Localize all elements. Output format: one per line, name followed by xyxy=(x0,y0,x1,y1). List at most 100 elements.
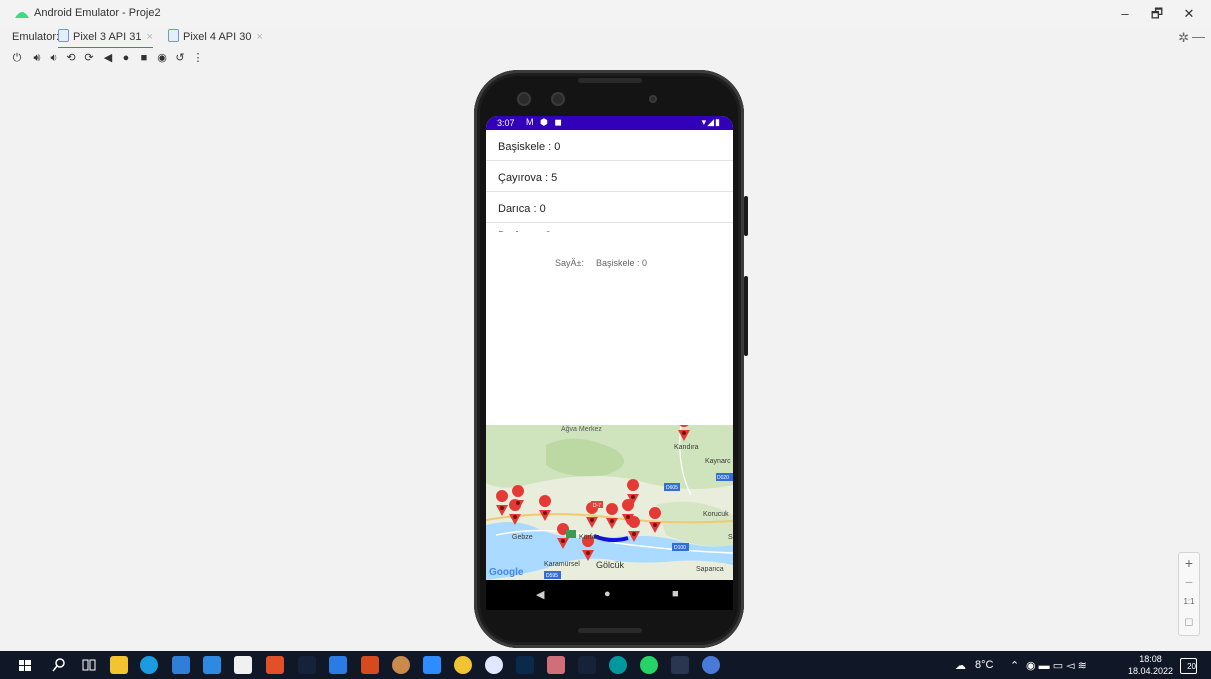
power-icon[interactable]: ⏻ xyxy=(10,50,24,66)
hide-panel-icon[interactable]: — xyxy=(1192,29,1205,44)
tab-label: Pixel 4 API 30 xyxy=(183,31,252,43)
settings-icon[interactable]: ✲ xyxy=(1178,30,1189,46)
notification-count: 20 xyxy=(1187,662,1196,671)
send-icon[interactable] xyxy=(671,656,689,674)
gimp-icon[interactable] xyxy=(392,656,410,674)
eclipse-icon[interactable] xyxy=(485,656,503,674)
phone-power-button[interactable] xyxy=(744,196,748,236)
notepad-icon[interactable] xyxy=(234,656,252,674)
device-icon xyxy=(168,29,179,42)
status-time: 3:07 xyxy=(497,118,515,128)
chrome-icon[interactable] xyxy=(454,656,472,674)
pen-icon[interactable] xyxy=(578,656,596,674)
windows-start-icon[interactable] xyxy=(16,656,34,674)
map-canvas[interactable]: Ağva Merkez Kandıra Kaynarc Korucuk Gebz… xyxy=(486,425,733,580)
tab-label: Pixel 3 API 31 xyxy=(73,31,142,43)
signal-battery-icon: ▾◢▮ xyxy=(701,117,721,127)
back-icon[interactable]: ◀ xyxy=(101,50,115,66)
close-button[interactable]: ✕ xyxy=(1174,4,1204,24)
tab-close-icon[interactable]: × xyxy=(257,31,263,43)
system-tray-icons[interactable]: ◉ ▬ ▭ ◅ ≋ xyxy=(1026,659,1087,672)
weather-icon: ☁ xyxy=(955,660,966,672)
clock-date: 18.04.2022 xyxy=(1128,666,1174,676)
android-status-bar: 3:07 M ⬢ ◼ ▾◢▮ xyxy=(486,116,733,130)
taskbar-clock[interactable]: 18:08 18.04.2022 xyxy=(1128,653,1173,677)
count-label: SayÄ±: xyxy=(555,258,584,268)
android-nav-bar: ◀ ● ■ xyxy=(486,580,733,610)
map-label: Gölcük xyxy=(596,560,625,570)
phone-volume-button[interactable] xyxy=(744,276,748,356)
emulator-label: Emulator: xyxy=(12,31,60,43)
tab-pixel-3-api-31[interactable]: Pixel 3 API 31 × xyxy=(58,28,153,49)
zoom-in-button[interactable]: + xyxy=(1179,555,1199,571)
list-item[interactable]: Başiskele : 0 xyxy=(486,130,733,161)
edge-browser-icon[interactable] xyxy=(140,656,158,674)
window-title: Android Emulator - Proje2 xyxy=(34,7,161,19)
earpiece-speaker xyxy=(578,78,642,83)
photoshop-icon[interactable] xyxy=(516,656,534,674)
map-label: Karamürsel xyxy=(544,561,580,568)
volume-up-icon[interactable]: 🔊︎ xyxy=(30,50,44,66)
office-icon[interactable] xyxy=(361,656,379,674)
nav-home-icon[interactable]: ● xyxy=(604,588,611,600)
snipping-icon[interactable] xyxy=(298,656,316,674)
map-label: S xyxy=(728,534,733,541)
sensor-icon xyxy=(649,95,657,103)
road-shield-label: D020 xyxy=(717,475,729,481)
tab-close-icon[interactable]: × xyxy=(147,31,153,43)
mail-icon[interactable] xyxy=(203,656,221,674)
phone-screen[interactable]: 3:07 M ⬢ ◼ ▾◢▮ Başiskele : 0 Çayırova : … xyxy=(486,116,733,610)
home-icon[interactable]: ● xyxy=(119,50,133,66)
map-label: Gebze xyxy=(512,534,533,541)
clock-time: 18:08 xyxy=(1139,654,1162,664)
notification-center-icon[interactable]: 20 xyxy=(1180,658,1197,674)
zoom-icon[interactable] xyxy=(423,656,441,674)
window-title-bar: Android Emulator - Proje2 – 🗗 ✕ xyxy=(0,0,1211,28)
camera-icon[interactable]: ◉ xyxy=(155,50,169,66)
rotate-left-icon[interactable]: ⟲ xyxy=(64,50,78,66)
android-studio-taskbar-icon[interactable] xyxy=(702,656,720,674)
show-hidden-icons-icon[interactable]: ⌃ xyxy=(1010,659,1019,672)
store-icon[interactable] xyxy=(172,656,190,674)
list-item[interactable]: Darıca : 0 xyxy=(486,192,733,223)
weather-temp[interactable]: 8°C xyxy=(975,659,993,671)
overview-icon[interactable]: ■ xyxy=(137,50,151,66)
map-label: Kandıra xyxy=(674,444,699,451)
whatsapp-icon[interactable] xyxy=(640,656,658,674)
district-list[interactable]: Başiskele : 0 Çayırova : 5 Darıca : 0 De… xyxy=(486,130,733,232)
bottom-speaker xyxy=(578,628,642,633)
nav-back-icon[interactable]: ◀ xyxy=(536,588,544,601)
map-label: Sapanca xyxy=(696,566,724,573)
list-item[interactable]: Derince : 8 xyxy=(486,223,733,232)
file-explorer-icon[interactable] xyxy=(110,656,128,674)
road-shield-label: D605 xyxy=(666,485,678,491)
zoom-controls: + − 1:1 ◻ xyxy=(1178,552,1200,636)
arduino-icon[interactable] xyxy=(609,656,627,674)
search-icon[interactable] xyxy=(50,656,68,674)
paint-icon[interactable] xyxy=(547,656,565,674)
fit-screen-button[interactable]: ◻ xyxy=(1179,615,1199,628)
actual-size-button[interactable]: 1:1 xyxy=(1179,597,1199,606)
map-label: Ağva Merkez xyxy=(561,426,602,433)
task-view-icon[interactable] xyxy=(80,656,98,674)
restore-button[interactable]: 🗗 xyxy=(1142,4,1172,24)
map-label: Korucuk xyxy=(703,511,729,518)
rotate-right-icon[interactable]: ⟳ xyxy=(82,50,96,66)
undo-icon[interactable]: ↺ xyxy=(173,50,187,66)
more-icon[interactable]: ⋮ xyxy=(191,50,205,66)
map-label: Kaynarc xyxy=(705,458,731,465)
road-shield-label: D100 xyxy=(674,545,686,551)
emulator-toolbar: ⏻ 🔊︎ 🔉︎ ⟲ ⟳ ◀ ● ■ ◉ ↺ ⋮ xyxy=(0,48,1211,68)
volume-down-icon[interactable]: 🔉︎ xyxy=(47,50,61,66)
tab-pixel-4-api-30[interactable]: Pixel 4 API 30 × xyxy=(168,28,263,47)
zoom-out-button[interactable]: − xyxy=(1179,574,1199,590)
app-grid-icon[interactable] xyxy=(266,656,284,674)
minimize-button[interactable]: – xyxy=(1110,4,1140,24)
nav-recent-icon[interactable]: ■ xyxy=(672,588,679,600)
road-shield-label: D595 xyxy=(546,573,558,579)
list-item[interactable]: Çayırova : 5 xyxy=(486,161,733,192)
front-camera-icon xyxy=(517,92,531,106)
google-map[interactable]: Ağva Merkez Kandıra Kaynarc Korucuk Gebz… xyxy=(486,425,733,580)
count-value: Başiskele : 0 xyxy=(596,258,648,268)
vscode-icon[interactable] xyxy=(329,656,347,674)
